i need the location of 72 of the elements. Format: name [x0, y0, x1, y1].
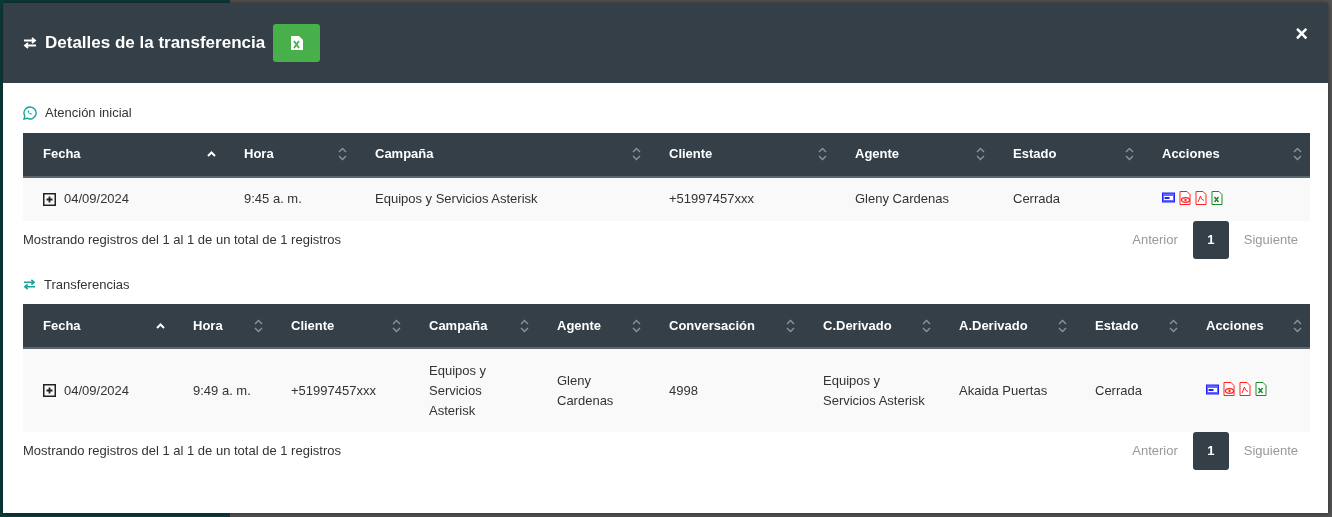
sort-icon — [392, 318, 401, 333]
column-header[interactable]: Estado — [993, 132, 1142, 177]
column-header[interactable]: Acciones — [1186, 304, 1310, 348]
sort-icon — [1125, 147, 1134, 161]
column-header[interactable]: Cliente — [649, 132, 835, 177]
sort-icon — [1058, 318, 1067, 333]
sort-ascending-icon — [156, 322, 165, 329]
modal-title: Detalles de la transferencia — [45, 32, 266, 55]
sort-icon — [786, 318, 795, 333]
table-cell: Cerrada — [1095, 382, 1142, 398]
column-header[interactable]: C.Derivado — [803, 304, 939, 348]
column-header[interactable]: Agente — [537, 304, 649, 348]
id-card-icon[interactable] — [1206, 383, 1219, 395]
table-cell: Gleny Cardenas — [557, 372, 614, 408]
table-cell: 9:49 a. m. — [193, 382, 251, 398]
records-info: Mostrando registros del 1 al 1 de un total de 1 registros — [23, 230, 341, 249]
table-cell: Gleny Cardenas — [855, 191, 949, 206]
column-header[interactable]: Fecha — [23, 132, 224, 177]
table-cell: +51997457xxx — [291, 382, 376, 398]
transfer-icon — [23, 37, 37, 49]
column-header[interactable]: Acciones — [1142, 132, 1310, 177]
id-card-icon[interactable] — [1162, 192, 1175, 203]
sort-icon — [1293, 147, 1302, 161]
table-cell: Akaida Puertas — [959, 382, 1048, 398]
column-header[interactable]: Estado — [1075, 304, 1186, 348]
pdf-icon[interactable] — [1239, 382, 1251, 396]
column-header[interactable]: Agente — [835, 132, 993, 177]
column-header[interactable]: Hora — [224, 132, 355, 177]
table-cell: Equipos y Servicios Asterisk — [823, 372, 925, 408]
table-cell: Equipos y Servicios Asterisk — [375, 191, 538, 206]
table-cell-text: 04/09/2024 — [64, 381, 130, 400]
transfer-icon — [23, 278, 36, 290]
pdf-view-icon[interactable] — [1179, 190, 1191, 205]
section-heading: Atención inicial — [45, 104, 132, 122]
whatsapp-icon — [23, 105, 37, 120]
table-cell: 9:45 a. m. — [244, 191, 302, 206]
records-info: Mostrando registros del 1 al 1 de un total de 1 registros — [23, 442, 341, 461]
section-heading: Transferencias — [44, 275, 130, 294]
column-header[interactable]: Campaña — [355, 132, 649, 177]
page-button[interactable]: 1 — [1192, 432, 1229, 470]
sort-icon — [632, 147, 641, 161]
table-cell-text: 04/09/2024 — [64, 190, 130, 208]
column-header[interactable]: Conversación — [649, 304, 803, 348]
table-cell: Equipos y Servicios Asterisk — [429, 362, 487, 418]
table-cell: Cerrada — [1013, 191, 1060, 206]
sort-icon — [632, 318, 641, 333]
expand-icon[interactable] — [43, 384, 56, 397]
sort-icon — [976, 147, 985, 161]
excel-icon[interactable] — [1255, 382, 1267, 396]
column-header[interactable]: A.Derivado — [939, 304, 1075, 348]
sort-icon — [922, 318, 931, 333]
expand-icon[interactable] — [43, 192, 56, 206]
excel-icon[interactable] — [1211, 190, 1223, 205]
pdf-icon[interactable] — [1195, 190, 1207, 205]
excel-export-button[interactable] — [273, 24, 321, 62]
table-cell: 4998 — [669, 382, 698, 398]
pdf-view-icon[interactable] — [1223, 382, 1235, 396]
sort-icon — [338, 147, 347, 161]
sort-icon — [254, 318, 263, 333]
sort-icon — [520, 318, 529, 333]
page-button[interactable]: 1 — [1192, 220, 1229, 259]
column-header[interactable]: Campaña — [409, 304, 537, 348]
sort-icon — [1293, 318, 1302, 333]
table-cell: +51997457xxx — [669, 191, 754, 206]
column-header[interactable]: Fecha — [23, 304, 173, 348]
sort-ascending-icon — [207, 151, 216, 157]
column-header[interactable]: Cliente — [271, 304, 409, 348]
close-button[interactable]: × — [1295, 23, 1308, 45]
sort-icon — [818, 147, 827, 161]
column-header[interactable]: Hora — [173, 304, 271, 348]
sort-icon — [1169, 318, 1178, 333]
excel-icon — [289, 35, 304, 51]
